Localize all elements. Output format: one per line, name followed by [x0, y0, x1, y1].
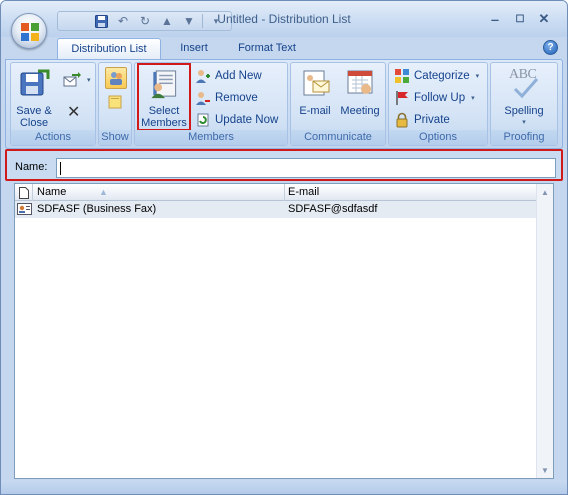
add-new-label: Add New — [215, 70, 262, 82]
name-field-row: Name: — [5, 149, 563, 181]
address-book-icon — [151, 70, 177, 99]
remove-button[interactable]: Remove — [195, 89, 258, 107]
group-show: Show — [98, 62, 132, 146]
meeting-icon — [347, 70, 373, 94]
ribbon-tabs: Distribution List Insert Format Text ? — [1, 37, 567, 59]
notes-view-button[interactable] — [108, 93, 122, 111]
member-email: SDFASF@sdfasdf — [288, 203, 378, 215]
save-close-label-1: Save & — [16, 105, 52, 117]
group-options: Categorize ▾ Follow Up ▾ Private Options — [388, 62, 488, 146]
update-now-label: Update Now — [215, 114, 279, 126]
flag-icon — [396, 91, 408, 105]
sort-ascending-icon: ▲ — [99, 187, 108, 197]
select-members-label-1: Select — [148, 105, 180, 117]
meeting-label: Meeting — [340, 105, 380, 117]
office-logo-icon — [21, 23, 39, 41]
status-bar — [1, 480, 567, 494]
lock-icon — [396, 112, 408, 128]
select-members-label-2: Members — [141, 117, 187, 129]
save-close-button[interactable]: Save & Close — [15, 67, 53, 129]
add-person-icon — [196, 70, 210, 83]
categorize-icon — [395, 69, 409, 83]
categorize-button[interactable]: Categorize ▾ — [394, 67, 479, 85]
meeting-button[interactable]: Meeting — [337, 67, 383, 129]
name-label: Name: — [15, 161, 48, 173]
group-actions: Save & Close ▾ ✕ Actions — [10, 62, 96, 146]
update-icon — [197, 113, 209, 127]
column-header-email[interactable]: E-mail — [285, 184, 537, 201]
members-view-icon — [110, 72, 122, 85]
distribution-list-window: ↶ ↻ ▲ ▼ ▾ Untitled - Distribution List ‒… — [0, 0, 568, 495]
update-now-button[interactable]: Update Now — [195, 111, 278, 129]
private-label: Private — [414, 114, 450, 126]
group-label-communicate: Communicate — [291, 130, 385, 145]
text-caret — [60, 162, 61, 175]
column-icon-header[interactable] — [15, 184, 33, 201]
notes-icon — [108, 95, 122, 109]
members-list[interactable]: Name ▲ E-mail SDFASF (Business Fax) SDFA… — [14, 183, 554, 479]
forward-button[interactable]: ▾ — [63, 71, 91, 89]
minimize-button[interactable]: ‒ — [483, 10, 507, 28]
tab-distribution-list[interactable]: Distribution List — [57, 38, 161, 59]
group-label-members: Members — [135, 130, 287, 145]
group-label-actions: Actions — [11, 130, 95, 145]
group-label-proofing: Proofing — [491, 130, 557, 145]
email-button[interactable]: E-mail — [295, 67, 335, 129]
group-label-options: Options — [389, 130, 487, 145]
office-button[interactable] — [11, 13, 47, 49]
vertical-scrollbar[interactable]: ▲ ▼ — [536, 184, 553, 478]
members-view-button[interactable] — [105, 67, 127, 89]
add-new-button[interactable]: Add New — [195, 67, 262, 85]
contact-card-icon — [17, 202, 32, 219]
save-close-label-2: Close — [19, 117, 49, 129]
group-label-show: Show — [99, 130, 131, 145]
name-input[interactable] — [56, 158, 556, 178]
tab-insert[interactable]: Insert — [167, 38, 221, 59]
member-name: SDFASF (Business Fax) — [37, 203, 157, 215]
group-members: Select Members Add New Remove Update Now… — [134, 62, 288, 146]
follow-up-label: Follow Up — [414, 92, 466, 104]
list-header: Name ▲ E-mail — [15, 184, 537, 201]
ribbon: Save & Close ▾ ✕ Actions Show Select Mem… — [5, 59, 563, 149]
spelling-label: Spelling — [504, 105, 544, 117]
save-close-icon — [20, 69, 50, 96]
remove-person-icon — [196, 92, 210, 105]
follow-up-button[interactable]: Follow Up ▾ — [394, 89, 475, 107]
group-proofing: ABC Spelling ▾ Proofing — [490, 62, 558, 146]
document-icon — [18, 186, 29, 199]
delete-button[interactable]: ✕ — [67, 103, 80, 121]
remove-label: Remove — [215, 92, 258, 104]
email-label: E-mail — [299, 105, 331, 117]
table-row[interactable]: SDFASF (Business Fax) SDFASF@sdfasdf — [15, 201, 537, 218]
column-header-name[interactable]: Name ▲ — [33, 184, 285, 201]
close-button[interactable]: ✕ — [532, 10, 556, 28]
scroll-down-icon[interactable]: ▼ — [537, 462, 553, 478]
categorize-label: Categorize — [414, 70, 470, 82]
forward-icon — [63, 72, 81, 87]
spelling-button[interactable]: ABC Spelling ▾ — [497, 67, 551, 129]
tab-format-text[interactable]: Format Text — [227, 38, 307, 59]
help-icon[interactable]: ? — [543, 40, 558, 55]
title-bar: ↶ ↻ ▲ ▼ ▾ Untitled - Distribution List ‒… — [1, 1, 567, 37]
email-icon — [303, 70, 330, 96]
maximize-button[interactable]: ☐ — [508, 10, 532, 28]
select-members-button[interactable]: Select Members — [137, 63, 191, 131]
private-button[interactable]: Private — [394, 111, 450, 129]
scroll-up-icon[interactable]: ▲ — [537, 184, 553, 200]
group-communicate: E-mail Meeting Communicate — [290, 62, 386, 146]
spelling-icon: ABC — [507, 67, 541, 99]
